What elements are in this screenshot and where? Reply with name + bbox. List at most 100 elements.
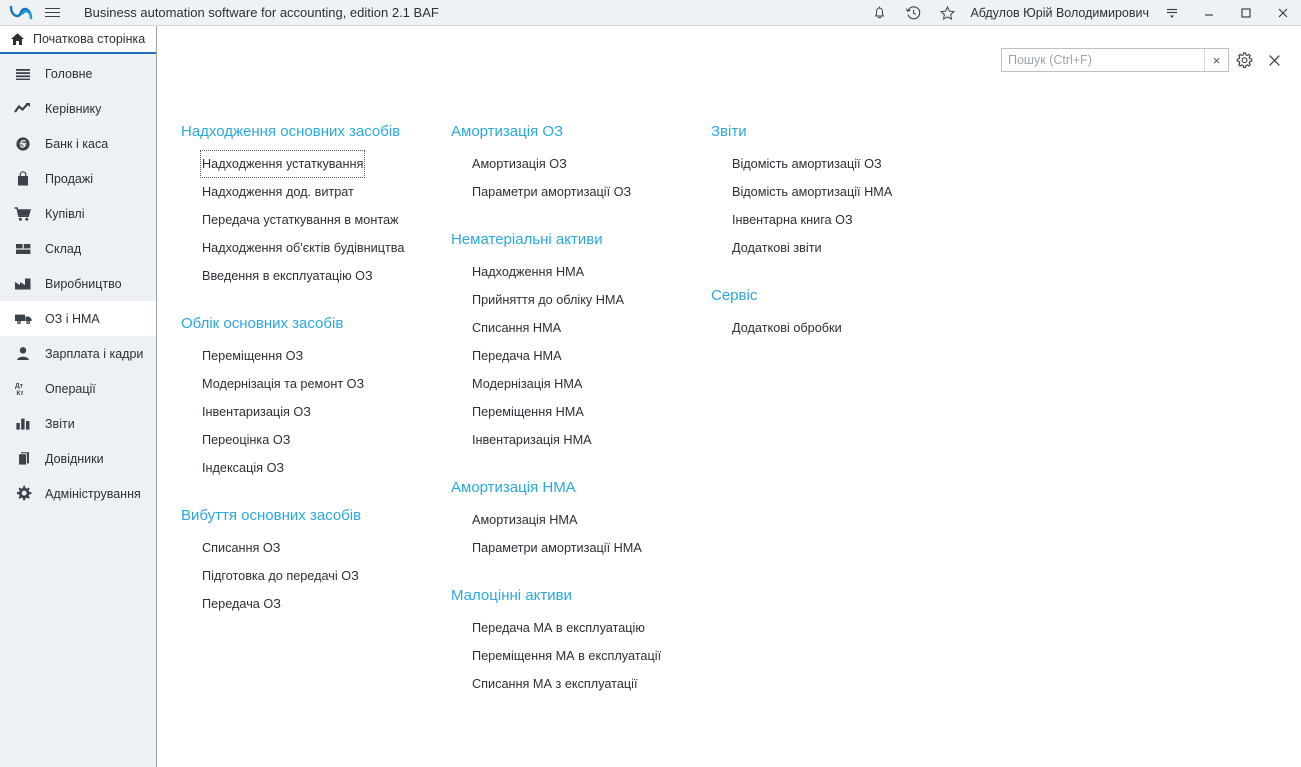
menu-link[interactable]: Списання МА з експлуатації: [470, 670, 640, 698]
sidebar-item-label: Головне: [45, 66, 93, 81]
group-title[interactable]: Звіти: [711, 118, 971, 146]
debit-credit-icon: Дт Кт: [12, 378, 34, 400]
sidebar-item-kupivli[interactable]: Купівлі: [0, 196, 156, 231]
hamburger-menu-icon[interactable]: [38, 0, 66, 26]
gear-icon[interactable]: [1229, 48, 1259, 72]
menu-link[interactable]: Передача НМА: [470, 342, 564, 370]
home-icon: [9, 31, 25, 47]
menu-group: Амортизація НМА Амортизація НМА Параметр…: [451, 474, 711, 562]
ba-logo-icon: [4, 0, 38, 26]
truck-icon: [12, 308, 34, 330]
group-title[interactable]: Надходження основних засобів: [181, 118, 451, 146]
minimize-icon[interactable]: [1190, 0, 1227, 26]
maximize-icon[interactable]: [1227, 0, 1264, 26]
menu-link[interactable]: Надходження об'єктів будівництва: [200, 234, 406, 262]
group-items: Списання ОЗ Підготовка до передачі ОЗ Пе…: [181, 534, 451, 618]
menu-link[interactable]: Переміщення ОЗ: [200, 342, 305, 370]
sidebar-item-oz-i-nma[interactable]: ОЗ і НМА: [0, 301, 156, 336]
group-title[interactable]: Амортизація ОЗ: [451, 118, 711, 146]
menu-link[interactable]: Інвентаризація ОЗ: [200, 398, 313, 426]
sidebar-item-sklad[interactable]: Склад: [0, 231, 156, 266]
svg-text:Кт: Кт: [16, 390, 24, 397]
menu-group: Звіти Відомість амортизації ОЗ Відомість…: [711, 118, 971, 262]
menu-link[interactable]: Прийняття до обліку НМА: [470, 286, 626, 314]
menu-link[interactable]: Передача устаткування в монтаж: [200, 206, 401, 234]
menu-link[interactable]: Амортизація НМА: [470, 506, 579, 534]
sidebar-item-label: Виробництво: [45, 276, 122, 291]
menu-link[interactable]: Переоцінка ОЗ: [200, 426, 292, 454]
group-items: Надходження НМА Прийняття до обліку НМА …: [451, 258, 711, 454]
star-icon[interactable]: [930, 0, 964, 26]
history-clock-icon[interactable]: [896, 0, 930, 26]
menu-link[interactable]: Надходження дод. витрат: [200, 178, 356, 206]
menu-link[interactable]: Введення в експлуатацію ОЗ: [200, 262, 375, 290]
menu-link[interactable]: Відомість амортизації ОЗ: [730, 150, 884, 178]
menu-group: Облік основних засобів Переміщення ОЗ Мо…: [181, 310, 451, 482]
close-icon[interactable]: [1259, 48, 1289, 72]
menu-link[interactable]: Відомість амортизації НМА: [730, 178, 894, 206]
sidebar-item-kerivnyku[interactable]: Керівнику: [0, 91, 156, 126]
search-clear-button[interactable]: ×: [1204, 49, 1228, 71]
bar-chart-icon: [12, 413, 34, 435]
menu-link[interactable]: Переміщення МА в експлуатації: [470, 642, 663, 670]
sidebar-item-label: Керівнику: [45, 101, 102, 116]
sidebar-item-zvity[interactable]: Звіти: [0, 406, 156, 441]
sidebar-item-golovne[interactable]: Головне: [0, 56, 156, 91]
gear-icon: [12, 483, 34, 505]
search-input[interactable]: [1002, 49, 1204, 71]
menu-group: Амортизація ОЗ Амортизація ОЗ Параметри …: [451, 118, 711, 206]
menu-link[interactable]: Додаткові обробки: [730, 314, 844, 342]
menu-link[interactable]: Підготовка до передачі ОЗ: [200, 562, 361, 590]
group-title[interactable]: Сервіс: [711, 282, 971, 310]
sidebar-item-label: Зарплата і кадри: [45, 346, 144, 361]
menu-link[interactable]: Амортизація ОЗ: [470, 150, 569, 178]
menu-column-2: Амортизація ОЗ Амортизація ОЗ Параметри …: [451, 118, 711, 718]
filter-lines-icon[interactable]: [1153, 0, 1190, 26]
sidebar-item-label: Банк і каса: [45, 136, 109, 151]
group-title[interactable]: Амортизація НМА: [451, 474, 711, 502]
user-name[interactable]: Абдулов Юрій Володимирович: [970, 6, 1149, 20]
sidebar-item-zarplata-i-kadry[interactable]: Зарплата і кадри: [0, 336, 156, 371]
menu-link[interactable]: Параметри амортизації НМА: [470, 534, 644, 562]
menu-link[interactable]: Параметри амортизації ОЗ: [470, 178, 633, 206]
menu-column-1: Надходження основних засобів Надходження…: [181, 118, 451, 718]
menu-link[interactable]: Інвентаризація НМА: [470, 426, 594, 454]
sidebar-item-label: ОЗ і НМА: [45, 311, 100, 326]
menu-link[interactable]: Індексація ОЗ: [200, 454, 286, 482]
group-title[interactable]: Нематеріальні активи: [451, 226, 711, 254]
factory-icon: [12, 273, 34, 295]
sidebar-item-prodazhi[interactable]: Продажі: [0, 161, 156, 196]
menu-link[interactable]: Надходження устаткування: [200, 150, 366, 178]
sidebar: Початкова сторінка Головне Керівнику Бан…: [0, 26, 157, 767]
menu-link[interactable]: Інвентарна книга ОЗ: [730, 206, 855, 234]
group-title[interactable]: Вибуття основних засобів: [181, 502, 451, 530]
menu-link[interactable]: Переміщення НМА: [470, 398, 586, 426]
shopping-bag-icon: [12, 168, 34, 190]
group-title[interactable]: Малоцінні активи: [451, 582, 711, 610]
home-tab[interactable]: Початкова сторінка: [0, 26, 156, 54]
sidebar-item-operatsii[interactable]: Дт Кт Операції: [0, 371, 156, 406]
menu-link[interactable]: Списання НМА: [470, 314, 563, 342]
menu-link[interactable]: Списання ОЗ: [200, 534, 282, 562]
home-tab-label: Початкова сторінка: [33, 32, 146, 46]
sidebar-item-dovidnyky[interactable]: Довідники: [0, 441, 156, 476]
close-icon[interactable]: [1264, 0, 1301, 26]
group-items: Додаткові обробки: [711, 314, 971, 342]
menu-link[interactable]: Передача ОЗ: [200, 590, 283, 618]
trend-arrow-icon: [12, 98, 34, 120]
menu-link[interactable]: Додаткові звіти: [730, 234, 824, 262]
group-items: Переміщення ОЗ Модернізація та ремонт ОЗ…: [181, 342, 451, 482]
sidebar-item-bank-i-kasa[interactable]: Банк і каса: [0, 126, 156, 161]
title-bar: Business automation software for account…: [0, 0, 1301, 26]
menu-group: Вибуття основних засобів Списання ОЗ Під…: [181, 502, 451, 618]
menu-link[interactable]: Модернізація та ремонт ОЗ: [200, 370, 366, 398]
sidebar-item-administruvannia[interactable]: Адміністрування: [0, 476, 156, 511]
menu-link[interactable]: Передача МА в експлуатацію: [470, 614, 647, 642]
sidebar-item-vyrobnytstvo[interactable]: Виробництво: [0, 266, 156, 301]
menu-link[interactable]: Надходження НМА: [470, 258, 586, 286]
menu-group: Сервіс Додаткові обробки: [711, 282, 971, 342]
sidebar-item-label: Купівлі: [45, 206, 85, 221]
menu-link[interactable]: Модернізація НМА: [470, 370, 584, 398]
bell-icon[interactable]: [862, 0, 896, 26]
group-title[interactable]: Облік основних засобів: [181, 310, 451, 338]
